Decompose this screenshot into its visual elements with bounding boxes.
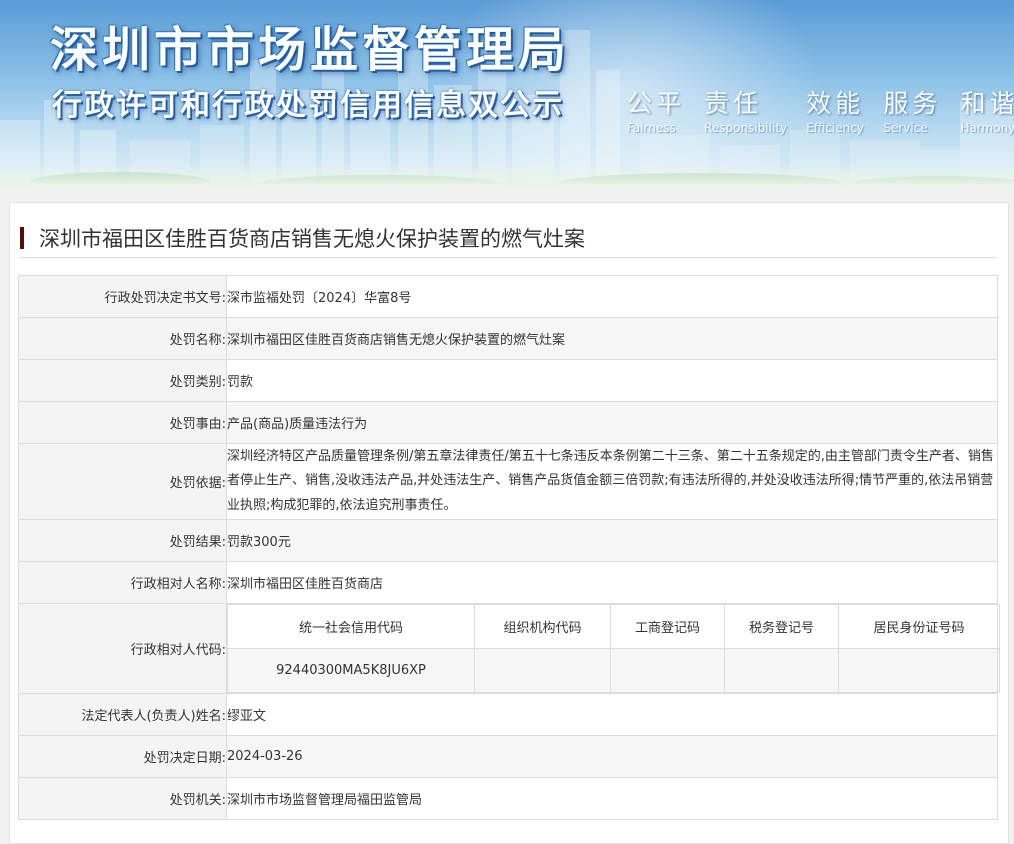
- field-label: 处罚机关:: [18, 777, 227, 820]
- field-value: 缪亚文: [226, 693, 998, 736]
- id-number-value: [838, 648, 1000, 693]
- slogan-fairness: 公平 Fairness: [627, 84, 685, 135]
- field-label: 行政相对人名称:: [18, 561, 227, 604]
- field-value: 深圳经济特区产品质量管理条例/第五章法律责任/第五十七条违反本条例第二十三条、第…: [226, 443, 998, 520]
- column-header: 统一社会信用代码: [227, 604, 475, 649]
- table-row: 处罚依据: 深圳经济特区产品质量管理条例/第五章法律责任/第五十七条违反本条例第…: [18, 443, 998, 520]
- table-row: 92440300MA5K8JU6XP: [227, 648, 1000, 693]
- business-reg-value: [610, 648, 725, 693]
- slogan-efficiency: 效能 Efficiency: [806, 84, 864, 135]
- field-label: 行政处罚决定书文号:: [18, 275, 227, 318]
- header-banner: 深圳市市场监督管理局 行政许可和行政处罚信用信息双公示 公平 Fairness …: [0, 0, 1014, 186]
- slogan-en: Service: [883, 121, 928, 135]
- field-value: 2024-03-26: [226, 735, 998, 778]
- table-row: 法定代表人(负责人)姓名: 缪亚文: [18, 693, 998, 736]
- site-title: 深圳市市场监督管理局: [50, 22, 571, 78]
- column-header: 组织机构代码: [474, 604, 611, 649]
- field-value: 深圳市福田区佳胜百货商店: [226, 561, 998, 604]
- field-label: 行政相对人代码:: [18, 603, 227, 694]
- slogan-en: Harmony: [960, 121, 1014, 135]
- field-value: 产品(商品)质量违法行为: [226, 401, 998, 444]
- tax-reg-value: [724, 648, 839, 693]
- field-label: 处罚事由:: [18, 401, 227, 444]
- slogan-harmony: 和谐 Harmony: [960, 84, 1014, 135]
- field-value: 罚款: [226, 359, 998, 402]
- case-detail-panel: 深圳市福田区佳胜百货商店销售无熄火保护装置的燃气灶案 行政处罚决定书文号: 深市…: [9, 202, 1009, 844]
- slogan-cn: 效能: [806, 89, 865, 118]
- field-value: 深市监福处罚〔2024〕华富8号: [226, 275, 998, 318]
- table-row: 处罚决定日期: 2024-03-26: [18, 735, 998, 778]
- penalty-info-table: 行政处罚决定书文号: 深市监福处罚〔2024〕华富8号 处罚名称: 深圳市福田区…: [18, 275, 1000, 820]
- case-title-bar: 深圳市福田区佳胜百货商店销售无熄火保护装置的燃气灶案: [18, 221, 998, 258]
- slogan-cn: 服务: [883, 89, 942, 118]
- field-label: 处罚决定日期:: [18, 735, 227, 778]
- column-header: 居民身份证号码: [838, 604, 1000, 649]
- slogan-en: Fairness: [627, 121, 676, 135]
- slogan-en: Responsibility: [704, 121, 788, 135]
- column-header: 工商登记码: [610, 604, 725, 649]
- party-code-table: 统一社会信用代码 组织机构代码 工商登记码 税务登记号 居民身份证号码 9244…: [227, 604, 1000, 693]
- slogan-cn: 和谐: [960, 89, 1014, 118]
- field-value: 罚款300元: [226, 519, 998, 562]
- field-label: 处罚依据:: [18, 443, 227, 520]
- org-code-value: [474, 648, 611, 693]
- table-row: 处罚名称: 深圳市福田区佳胜百货商店销售无熄火保护装置的燃气灶案: [18, 317, 998, 360]
- slogan-service: 服务 Service: [883, 84, 941, 135]
- field-label: 处罚结果:: [18, 519, 227, 562]
- slogan-list: 公平 Fairness 责任 Responsibility 效能 Efficie…: [627, 84, 1014, 136]
- slogan-en: Efficiency: [806, 121, 865, 135]
- slogan-cn: 责任: [704, 89, 763, 118]
- table-row: 处罚机关: 深圳市市场监督管理局福田监管局: [18, 777, 998, 820]
- slogan-cn: 公平: [627, 89, 686, 118]
- table-row: 行政相对人名称: 深圳市福田区佳胜百货商店: [18, 561, 998, 604]
- column-header: 税务登记号: [724, 604, 839, 649]
- table-row: 处罚事由: 产品(商品)质量违法行为: [18, 401, 998, 444]
- title-accent-bar: [20, 227, 24, 249]
- table-row: 行政相对人代码: 统一社会信用代码 组织机构代码 工商登记码 税务登记号 居民身…: [18, 603, 1000, 694]
- field-label: 法定代表人(负责人)姓名:: [18, 693, 227, 736]
- table-row: 行政处罚决定书文号: 深市监福处罚〔2024〕华富8号: [18, 275, 998, 318]
- table-row: 统一社会信用代码 组织机构代码 工商登记码 税务登记号 居民身份证号码: [227, 604, 1000, 649]
- slogan-responsibility: 责任 Responsibility: [704, 84, 787, 135]
- field-label: 处罚名称:: [18, 317, 227, 360]
- table-row: 处罚结果: 罚款300元: [18, 519, 998, 562]
- party-code-cell: 统一社会信用代码 组织机构代码 工商登记码 税务登记号 居民身份证号码 9244…: [226, 603, 1000, 694]
- field-value: 深圳市市场监督管理局福田监管局: [226, 777, 998, 820]
- credit-code-value: 92440300MA5K8JU6XP: [227, 648, 475, 693]
- field-label: 处罚类别:: [18, 359, 227, 402]
- site-subtitle: 行政许可和行政处罚信用信息双公示: [52, 88, 564, 123]
- field-value: 深圳市福田区佳胜百货商店销售无熄火保护装置的燃气灶案: [226, 317, 998, 360]
- banner-ground: [0, 164, 1014, 186]
- table-row: 处罚类别: 罚款: [18, 359, 998, 402]
- case-title: 深圳市福田区佳胜百货商店销售无熄火保护装置的燃气灶案: [39, 227, 585, 251]
